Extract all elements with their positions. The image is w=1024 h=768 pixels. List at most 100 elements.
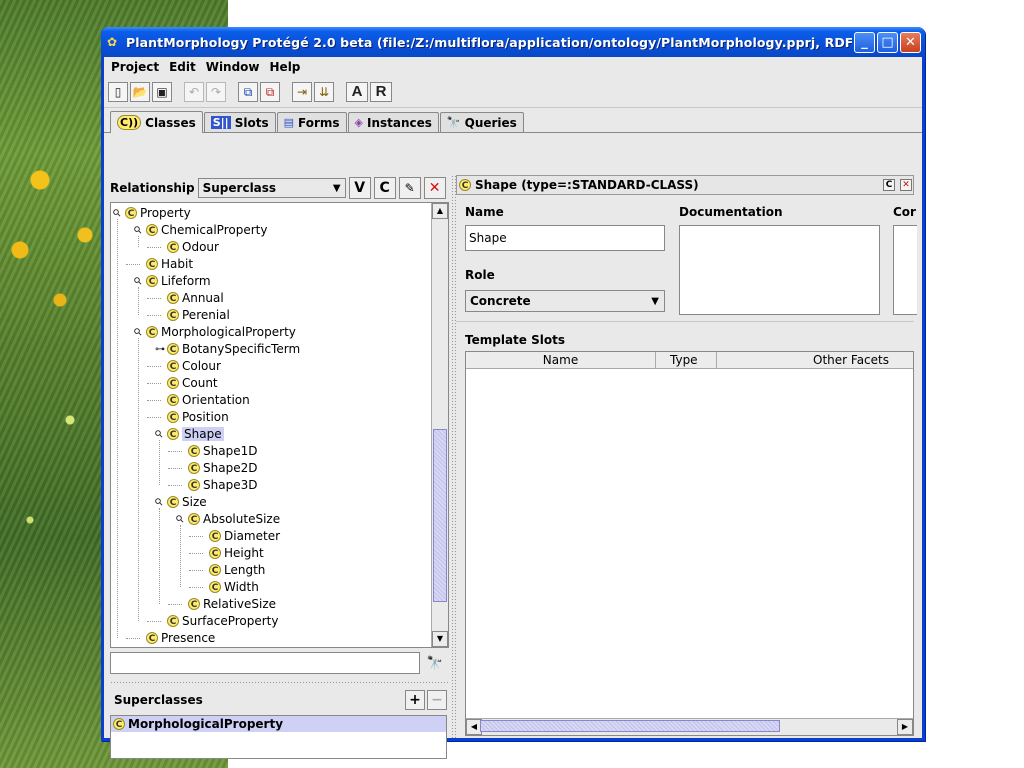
class-icon: C xyxy=(188,462,200,474)
insert-icon[interactable]: ⇥ xyxy=(292,82,312,102)
scroll-right-icon[interactable]: ▶ xyxy=(897,719,913,735)
remove-superclass-button[interactable]: − xyxy=(427,690,447,710)
constraints-field[interactable] xyxy=(893,225,917,315)
role-select[interactable]: Concrete ▼ xyxy=(465,290,665,312)
tree-node[interactable]: ⚲ C Shape xyxy=(152,426,224,442)
view-button[interactable]: V xyxy=(348,177,371,199)
class-editor-title: Shape (type=:STANDARD-CLASS) xyxy=(475,178,699,192)
expanded-handle-icon[interactable]: ⚲ xyxy=(131,274,145,288)
menu-help[interactable]: Help xyxy=(266,60,307,74)
tree-node[interactable]: C Position xyxy=(155,409,229,425)
close-button[interactable]: ✕ xyxy=(900,31,921,53)
tree-node[interactable]: C Presence xyxy=(134,630,215,646)
scroll-up-icon[interactable]: ▲ xyxy=(432,203,448,219)
tab-slots[interactable]: S|| Slots xyxy=(203,112,276,132)
menu-window[interactable]: Window xyxy=(202,60,266,74)
tree-node[interactable]: C Length xyxy=(197,562,265,578)
tab-forms[interactable]: ▤ Forms xyxy=(276,112,347,132)
tree-node[interactable]: C RelativeSize xyxy=(176,596,276,612)
scroll-thumb[interactable] xyxy=(433,429,447,602)
tab-classes[interactable]: C)) Classes xyxy=(110,111,203,133)
save-icon[interactable]: ▣ xyxy=(152,82,172,102)
class-tree[interactable]: ▲ ▼ ⚲ C Property ⚲ C ChemicalProperty C Odour C H… xyxy=(110,202,449,648)
new-file-icon[interactable]: ▯ xyxy=(108,82,128,102)
tree-node[interactable]: C SurfaceProperty xyxy=(155,613,279,629)
create-class-button[interactable]: C xyxy=(373,177,396,199)
undo-icon[interactable]: ↶ xyxy=(184,82,204,102)
expanded-handle-icon[interactable]: ⚲ xyxy=(131,325,145,339)
relationship-bar: Relationship Superclass ▼ V C ✎ ✕ xyxy=(110,175,449,201)
expanded-handle-icon[interactable]: ⚲ xyxy=(111,206,125,220)
collapsed-handle-icon[interactable]: ⊶ xyxy=(155,344,165,355)
a-button[interactable]: A xyxy=(346,82,368,102)
expanded-handle-icon[interactable]: ⚲ xyxy=(152,427,166,441)
menu-project[interactable]: Project xyxy=(107,60,165,74)
redo-icon[interactable]: ↷ xyxy=(206,82,226,102)
tree-node[interactable]: C Annual xyxy=(155,290,224,306)
expanded-handle-icon[interactable]: ⚲ xyxy=(152,495,166,509)
tree-node[interactable]: C Orientation xyxy=(155,392,250,408)
tree-node[interactable]: C Shape2D xyxy=(176,460,257,476)
class-icon: C xyxy=(146,275,158,287)
relationship-label: Relationship xyxy=(110,181,195,195)
tree-node[interactable]: C Perenial xyxy=(155,307,230,323)
delete-class-button[interactable]: ✕ xyxy=(423,177,446,199)
edit-icon[interactable]: ✎ xyxy=(398,177,421,199)
tree-node[interactable]: ⚲ C MorphologicalProperty xyxy=(131,324,296,340)
tree-node[interactable]: ⚲ C ChemicalProperty xyxy=(131,222,267,238)
title-bar[interactable]: ✿ PlantMorphology Protégé 2.0 beta (file… xyxy=(101,27,925,57)
create-icon[interactable]: C xyxy=(883,179,895,191)
tree-node[interactable]: C Odour xyxy=(155,239,219,255)
add-superclass-button[interactable]: + xyxy=(405,690,425,710)
template-slots-table[interactable]: Name Type Other Facets ◀ ▶ xyxy=(465,351,914,736)
name-field[interactable]: Shape xyxy=(465,225,665,251)
expanded-handle-icon[interactable]: ⚲ xyxy=(173,512,187,526)
documentation-field[interactable] xyxy=(679,225,880,315)
tree-node[interactable]: C Count xyxy=(155,375,218,391)
tree-node[interactable]: ⚲ C Size xyxy=(152,494,207,510)
tree-scrollbar[interactable]: ▲ ▼ xyxy=(431,203,448,647)
tree-node-label: Orientation xyxy=(182,393,250,407)
expanded-handle-icon[interactable]: ⚲ xyxy=(131,223,145,237)
tree-node[interactable]: C Habit xyxy=(134,256,193,272)
relationship-select[interactable]: Superclass ▼ xyxy=(197,178,346,198)
minimize-button[interactable]: _ xyxy=(854,31,875,53)
class-search-input[interactable] xyxy=(110,652,420,674)
horizontal-splitter[interactable] xyxy=(110,681,449,685)
list-item[interactable]: C MorphologicalProperty xyxy=(111,716,446,732)
close-editor-icon[interactable]: ✕ xyxy=(900,179,912,191)
tree-node[interactable]: ⚲ C AbsoluteSize xyxy=(173,511,280,527)
maximize-button[interactable]: □ xyxy=(877,31,898,53)
tab-queries[interactable]: 🔭 Queries xyxy=(439,112,524,132)
scroll-thumb[interactable] xyxy=(480,720,780,732)
find-icon[interactable]: 🔭 xyxy=(423,650,447,676)
column-header-other-facets[interactable]: Other Facets xyxy=(717,352,913,368)
menu-bar: Project Edit Window Help xyxy=(104,57,922,77)
scroll-down-icon[interactable]: ▼ xyxy=(432,631,448,647)
table-horizontal-scrollbar[interactable]: ◀ ▶ xyxy=(466,718,913,735)
r-button[interactable]: R xyxy=(370,82,392,102)
sort-icon[interactable]: ⇊ xyxy=(314,82,334,102)
delete-icon[interactable]: ⧉ xyxy=(260,82,280,102)
tree-node[interactable]: ⚲ C Lifeform xyxy=(131,273,211,289)
superclasses-list[interactable]: C MorphologicalProperty xyxy=(110,715,447,759)
class-icon: C xyxy=(188,513,200,525)
tree-node[interactable]: C Diameter xyxy=(197,528,280,544)
tree-node[interactable]: ⚲ C Property xyxy=(111,205,191,221)
tree-node[interactable]: C Shape1D xyxy=(176,443,257,459)
tree-node[interactable]: C Shape3D xyxy=(176,477,257,493)
tree-node[interactable]: C Height xyxy=(197,545,264,561)
column-header-type[interactable]: Type xyxy=(656,352,717,368)
column-header-name[interactable]: Name xyxy=(466,352,656,368)
tree-node[interactable]: C Colour xyxy=(155,358,221,374)
open-folder-icon[interactable]: 📂 xyxy=(130,82,150,102)
class-icon: C xyxy=(188,479,200,491)
tab-instances[interactable]: ◈ Instances xyxy=(347,112,439,132)
tree-node[interactable]: C Width xyxy=(197,579,259,595)
window-client: Project Edit Window Help ▯ 📂 ▣ ↶ ↷ ⧉ ⧉ ⇥… xyxy=(104,57,922,759)
tree-node-label: Property xyxy=(140,206,191,220)
tree-node[interactable]: ⊶ C BotanySpecificTerm xyxy=(155,341,300,357)
copy-icon[interactable]: ⧉ xyxy=(238,82,258,102)
menu-edit[interactable]: Edit xyxy=(165,60,202,74)
tab-bar: C)) Classes S|| Slots ▤ Forms ◈ Instance… xyxy=(104,108,922,133)
